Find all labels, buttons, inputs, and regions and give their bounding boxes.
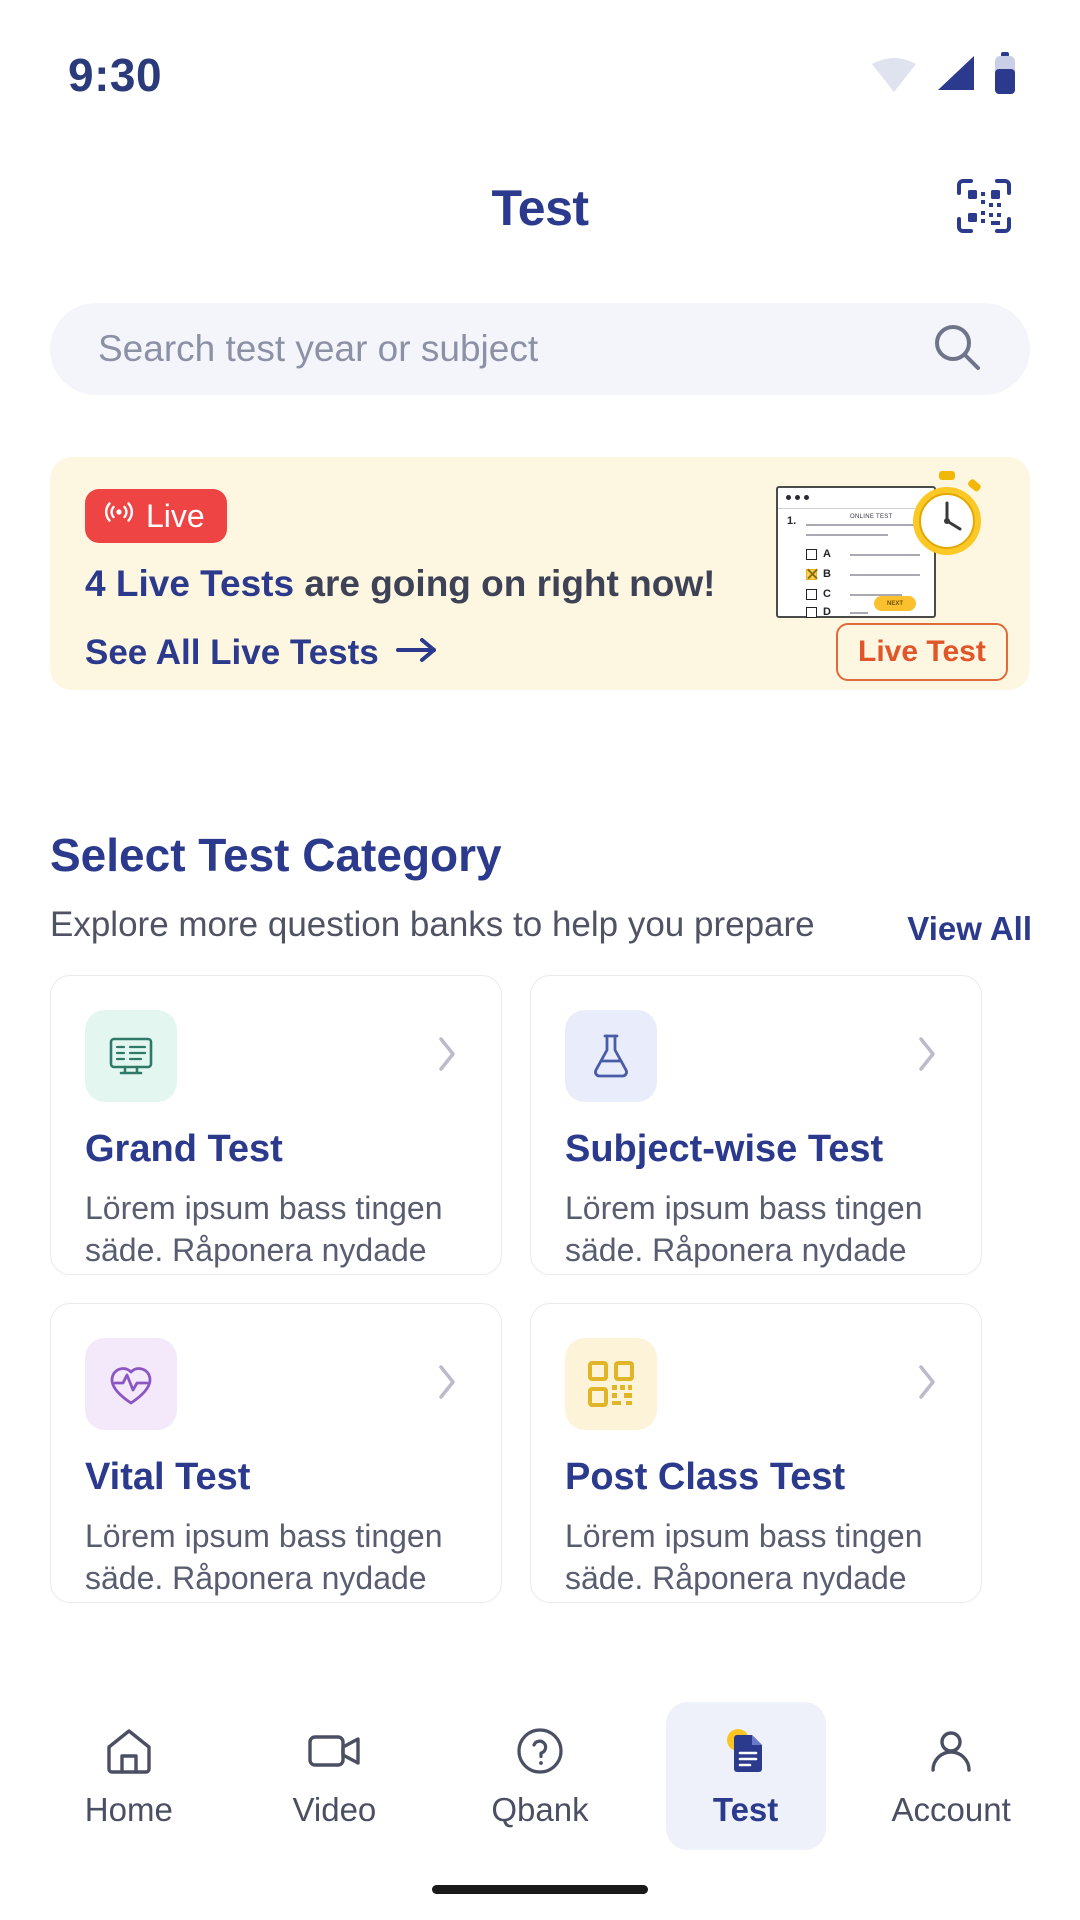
live-status-badge: Live [85,489,227,543]
chevron-right-icon [435,1362,459,1407]
checkbox-icon [806,548,817,560]
section-title: Select Test Category [50,829,502,881]
checkbox-checked-icon [806,568,817,580]
category-card-grand-test[interactable]: Grand Test Lörem ipsum bass tingen säde.… [50,975,502,1275]
illustration-option-letter: B [823,568,831,580]
battery-icon [992,51,1018,99]
search-input[interactable] [98,328,898,370]
category-card-subject-wise-test[interactable]: Subject-wise Test Lörem ipsum bass tinge… [530,975,982,1275]
category-card-description: Lörem ipsum bass tingen säde. Råponera n… [565,1518,923,1597]
illustration-option-letter: A [823,548,831,560]
bottom-navigation: Home Video Qbank Test Account [0,1692,1080,1860]
nav-item-video[interactable]: Video [254,1702,414,1850]
cellular-signal-icon [934,54,976,97]
nav-item-qbank[interactable]: Qbank [460,1702,620,1850]
illustration-option-b: B [806,568,831,580]
test-category-grid: Grand Test Lörem ipsum bass tingen säde.… [50,975,1030,1603]
person-icon [923,1723,979,1779]
chevron-right-icon [915,1362,939,1407]
category-card-title: Grand Test [85,1128,283,1170]
nav-label-account: Account [891,1791,1011,1828]
question-circle-icon [512,1723,568,1779]
flask-icon [565,1010,657,1102]
nav-item-home[interactable]: Home [49,1702,209,1850]
app-header: Test [0,160,1080,256]
illustration-option-d: D [806,606,831,618]
illustration-option-letter: D [823,606,831,618]
see-all-label: See All Live Tests [85,633,379,672]
checkbox-icon [806,606,817,618]
nav-label-video: Video [292,1791,377,1828]
app-screen: 9:30 Test Search test year or subject Li… [0,0,1080,1920]
checkbox-icon [806,588,817,600]
category-card-description: Lörem ipsum bass tingen säde. Råponera n… [85,1518,443,1597]
qr-scan-icon [953,175,1015,242]
live-badge-label: Live [146,497,205,534]
status-icons [870,51,1018,99]
live-headline-rest: are going on right now! [294,563,716,604]
live-count-highlight: 4 Live Tests [85,563,295,604]
status-time: 9:30 [68,49,163,101]
category-card-description: Lörem ipsum bass tingen säde. Råponera n… [565,1190,923,1269]
category-card-post-class-test[interactable]: Post Class Test Lörem ipsum bass tingen … [530,1303,982,1603]
illustration-option-c: C [806,588,831,600]
category-card-title: Post Class Test [565,1456,846,1498]
illustration-option-letter: C [823,588,831,600]
home-indicator [432,1885,648,1894]
nav-label-home: Home [84,1791,173,1828]
illustration-card-header: ONLINE TEST [850,514,893,520]
stopwatch-icon [901,469,993,561]
nav-item-account[interactable]: Account [871,1702,1031,1850]
video-camera-icon [306,1723,362,1779]
document-icon [718,1723,774,1779]
live-test-illustration: 1. ONLINE TEST A B C D NEXT Live Test [756,457,1016,690]
section-subtitle: Explore more question banks to help you … [50,905,815,944]
status-bar: 9:30 [0,0,1080,150]
live-headline: 4 Live Tests are going on right now! [85,563,715,605]
monitor-test-icon [85,1010,177,1102]
view-all-link[interactable]: View All [907,910,1032,948]
illustration-next-button: NEXT [874,596,916,611]
nav-label-qbank: Qbank [491,1791,589,1828]
search-bar[interactable] [50,303,1030,395]
qr-scan-button[interactable] [946,170,1022,246]
search-icon[interactable] [930,320,984,379]
nav-label-test: Test [712,1791,779,1828]
illustration-option-a: A [806,548,831,560]
category-card-description: Lörem ipsum bass tingen säde. Råponera n… [85,1190,443,1269]
window-dots-icon [786,495,809,500]
see-all-live-tests-link[interactable]: See All Live Tests [85,633,439,673]
page-title: Test [491,180,589,236]
heart-pulse-icon [85,1338,177,1430]
home-icon [101,1723,157,1779]
illustration-question-number: 1. [787,515,797,527]
live-test-pill-label: Live Test [836,623,1008,681]
category-card-title: Vital Test [85,1456,251,1498]
chevron-right-icon [915,1034,939,1079]
live-tests-banner[interactable]: Live 4 Live Tests are going on right now… [50,457,1030,690]
category-card-vital-test[interactable]: Vital Test Lörem ipsum bass tingen säde.… [50,1303,502,1603]
category-card-title: Subject-wise Test [565,1128,884,1170]
broadcast-icon [103,496,135,536]
chevron-right-icon [435,1034,459,1079]
wifi-icon [870,54,918,97]
qr-code-icon [565,1338,657,1430]
scroll-fade [0,1634,1080,1692]
nav-item-test[interactable]: Test [665,1702,826,1850]
arrow-right-icon [395,633,439,673]
